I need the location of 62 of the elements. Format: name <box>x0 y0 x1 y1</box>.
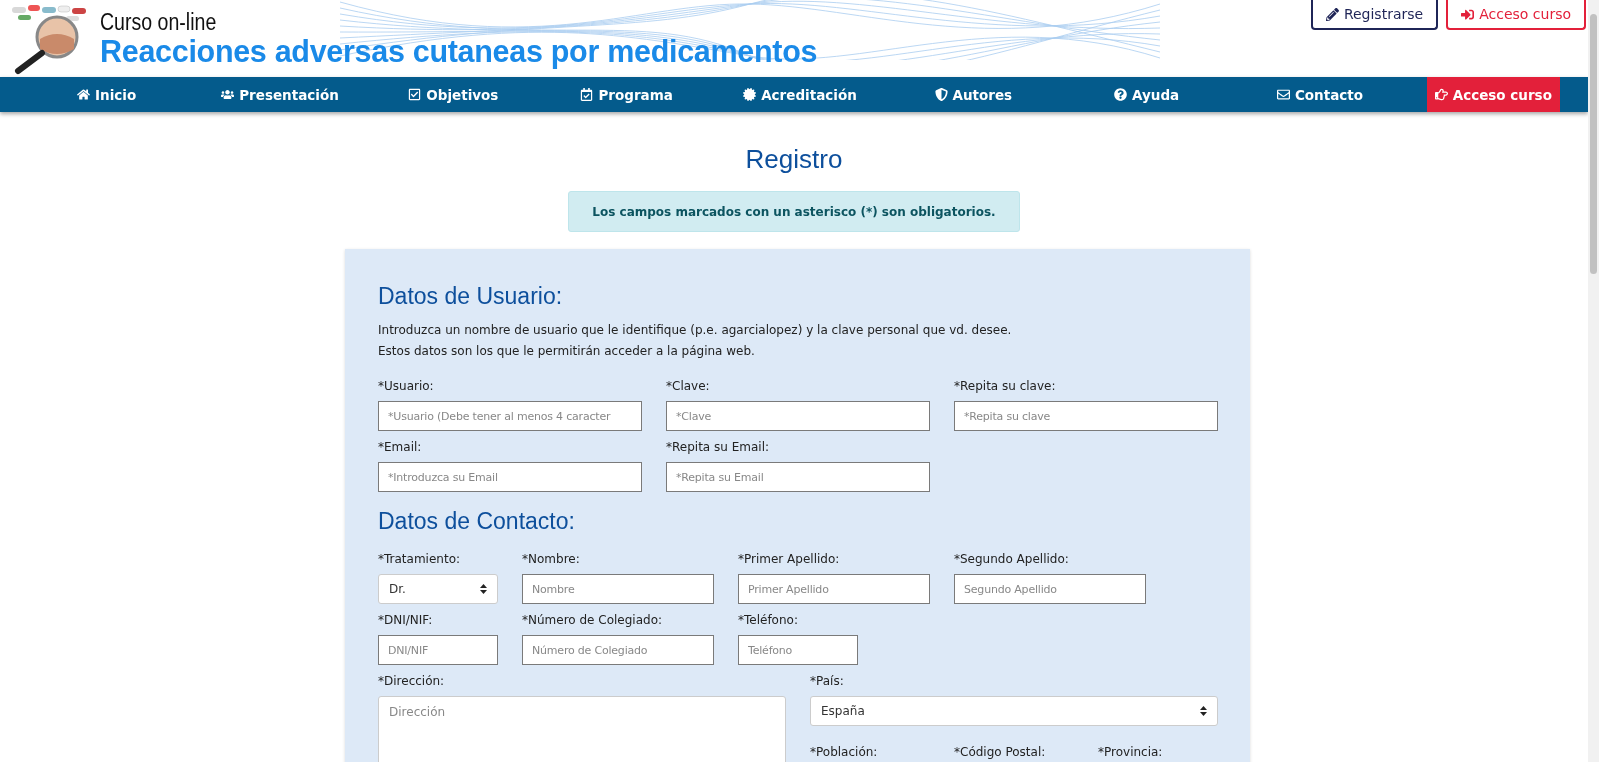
text-field[interactable]: Nombre <box>522 574 714 604</box>
nav-link[interactable]: Programa <box>576 77 677 112</box>
field-label: *Tratamiento: <box>378 551 461 568</box>
text-field[interactable]: *Repita su Email <box>666 462 930 492</box>
field-label: *Población: <box>810 743 879 761</box>
section-heading: Datos de Usuario: <box>378 283 564 310</box>
field-label: *Primer Apellido: <box>738 551 841 568</box>
text-field[interactable]: Número de Colegiado <box>522 635 714 665</box>
page-title: Registro <box>745 144 843 175</box>
text-field[interactable]: *Introduzca su Email <box>378 462 642 492</box>
field-label: *Dirección: <box>378 673 446 690</box>
field-label: *Segundo Apellido: <box>954 551 1070 568</box>
hand-pointing-icon <box>1434 88 1448 101</box>
course-title: Reacciones adversas cutaneas por medicamentos <box>100 34 818 68</box>
calendar-icon <box>580 88 594 101</box>
field-label: *Email: <box>378 439 423 456</box>
nav-link[interactable]: Inicio <box>73 77 141 112</box>
login-button[interactable]: Acceso curso <box>1446 0 1586 30</box>
field-label: *Número de Colegiado: <box>522 612 664 629</box>
field-label: *Código Postal: <box>954 743 1047 761</box>
text-field[interactable]: *Usuario (Debe tener al menos 4 caracter <box>378 401 642 431</box>
field-label: *Repita su Email: <box>666 439 770 456</box>
nav-link[interactable]: Acreditación <box>739 77 861 112</box>
sort-icon <box>1200 706 1207 716</box>
nav-link[interactable]: Contacto <box>1272 77 1368 112</box>
text-field[interactable]: *Repita su clave <box>954 401 1218 431</box>
nav-link[interactable]: Ayuda <box>1110 77 1184 112</box>
nav-link[interactable]: Presentación <box>217 77 343 112</box>
field-label: *País: <box>810 673 845 690</box>
envelope-icon <box>1276 88 1290 101</box>
text-field[interactable]: Teléfono <box>738 635 858 665</box>
register-button[interactable]: Registrarse <box>1310 0 1439 30</box>
address-field[interactable]: Dirección <box>378 696 786 762</box>
sign-in-icon <box>1461 7 1475 21</box>
section-heading: Datos de Contacto: <box>378 508 576 535</box>
shield-icon <box>934 88 948 101</box>
text-field[interactable]: Primer Apellido <box>738 574 930 604</box>
pencil-icon <box>1325 7 1339 21</box>
intro-text: Introduzca un nombre de usuario que le identifique (p.e. agarcialopez) y la clave personal que vd. desee. <box>378 322 1013 339</box>
field-label: *Clave: <box>666 378 711 395</box>
text-field[interactable]: *Clave <box>666 401 930 431</box>
field-label: *DNI/NIF: <box>378 612 434 629</box>
field-label: *Nombre: <box>522 551 581 568</box>
nav-link[interactable]: Autores <box>930 77 1017 112</box>
text-field[interactable]: DNI/NIF <box>378 635 498 665</box>
select-field[interactable]: Dr. <box>378 574 498 604</box>
text-field[interactable]: Segundo Apellido <box>954 574 1146 604</box>
nav-link[interactable]: Objetivos <box>404 77 503 112</box>
field-label: *Teléfono: <box>738 612 799 629</box>
question-icon <box>1114 88 1128 101</box>
badge-icon <box>743 88 757 101</box>
required-notice: Los campos marcados con un asterisco (*) son obligatorios. <box>568 191 1020 232</box>
intro-text: Estos datos son los que le permitirán acceder a la página web. <box>378 343 756 360</box>
sort-icon <box>480 584 487 594</box>
field-label: *Repita su clave: <box>954 378 1057 395</box>
field-label: *Usuario: <box>378 378 435 395</box>
users-icon <box>221 88 235 101</box>
select-field[interactable]: España <box>810 696 1218 726</box>
checkbox-icon <box>408 88 422 101</box>
home-icon <box>77 88 91 101</box>
course-subtitle: Curso on-line <box>100 10 218 34</box>
field-label: *Provincia: <box>1098 743 1164 761</box>
